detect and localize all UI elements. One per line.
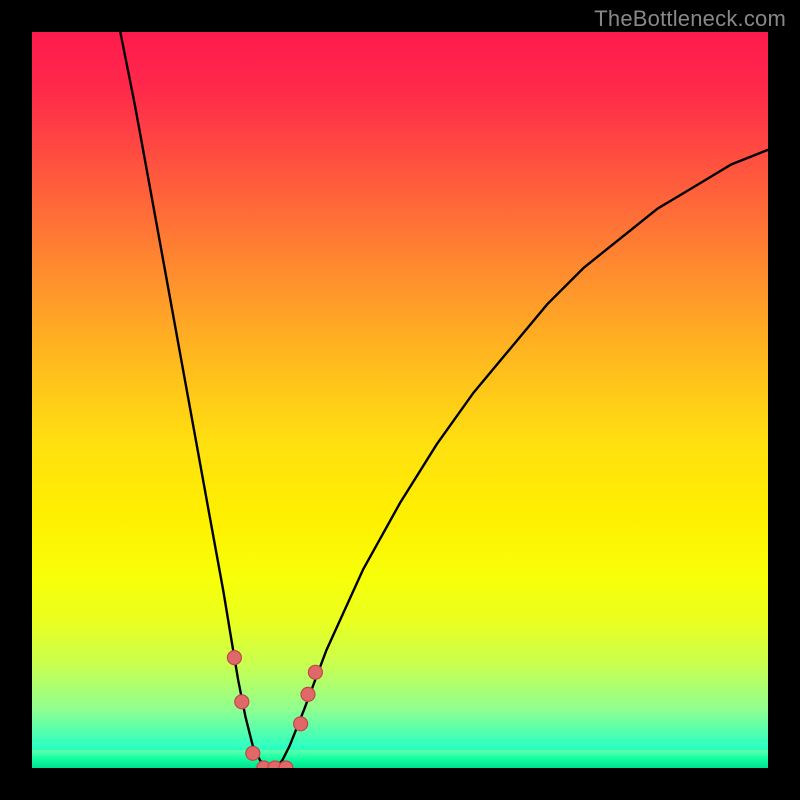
data-marker: [227, 651, 241, 665]
chart-frame: TheBottleneck.com: [0, 0, 800, 800]
data-marker: [294, 717, 308, 731]
data-markers: [227, 651, 322, 768]
bottleneck-curve: [120, 32, 768, 768]
data-marker: [301, 687, 315, 701]
data-marker: [235, 695, 249, 709]
data-marker: [308, 665, 322, 679]
curve-layer: [32, 32, 768, 768]
watermark-text: TheBottleneck.com: [594, 6, 786, 32]
plot-area: [32, 32, 768, 768]
data-marker: [246, 746, 260, 760]
